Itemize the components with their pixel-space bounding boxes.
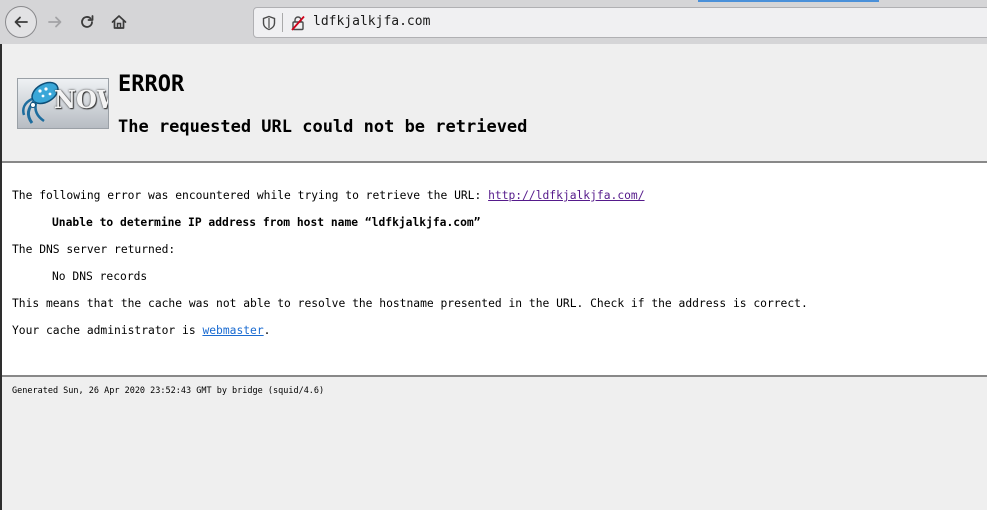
arrow-left-icon <box>14 16 28 28</box>
error-intro-line: The following error was encountered whil… <box>12 189 645 202</box>
requested-url-link[interactable]: http://ldfkjalkjfa.com/ <box>488 189 644 202</box>
error-header: NOW ERROR The requested URL could not be… <box>2 44 987 163</box>
forward-button[interactable] <box>39 6 71 38</box>
error-title: ERROR <box>118 72 185 97</box>
address-bar-separator <box>282 13 283 32</box>
page-body: NOW ERROR The requested URL could not be… <box>0 44 987 510</box>
dns-label: The DNS server returned: <box>12 243 176 256</box>
reload-icon <box>81 15 94 28</box>
admin-line: Your cache administrator is webmaster. <box>12 324 270 337</box>
browser-toolbar: ldfkjalkjfa.com <box>0 0 987 44</box>
back-button[interactable] <box>5 6 37 38</box>
admin-suffix: . <box>263 324 271 337</box>
dns-result: No DNS records <box>52 270 148 283</box>
url-text[interactable]: ldfkjalkjfa.com <box>313 14 430 29</box>
arrow-right-icon <box>48 16 62 28</box>
active-tab-indicator <box>698 0 879 2</box>
reload-button[interactable] <box>71 6 103 38</box>
insecure-lock-icon[interactable] <box>290 15 306 31</box>
shield-icon[interactable] <box>262 15 276 31</box>
address-bar[interactable]: ldfkjalkjfa.com <box>253 7 987 38</box>
error-explanation: This means that the cache was not able t… <box>12 297 808 310</box>
error-intro-text: The following error was encountered whil… <box>12 189 489 202</box>
error-detail: Unable to determine IP address from host… <box>52 216 481 229</box>
error-subtitle: The requested URL could not be retrieved <box>118 117 528 137</box>
home-icon <box>111 15 127 29</box>
logo-text: NOW <box>54 85 108 114</box>
squid-logo: NOW <box>17 78 109 129</box>
error-content: The following error was encountered whil… <box>2 163 987 375</box>
webmaster-link[interactable]: webmaster <box>202 324 263 337</box>
admin-prefix: Your cache administrator is <box>12 324 203 337</box>
generated-info: Generated Sun, 26 Apr 2020 23:52:43 GMT … <box>12 386 325 396</box>
home-button[interactable] <box>103 6 135 38</box>
error-footer: Generated Sun, 26 Apr 2020 23:52:43 GMT … <box>2 375 987 510</box>
